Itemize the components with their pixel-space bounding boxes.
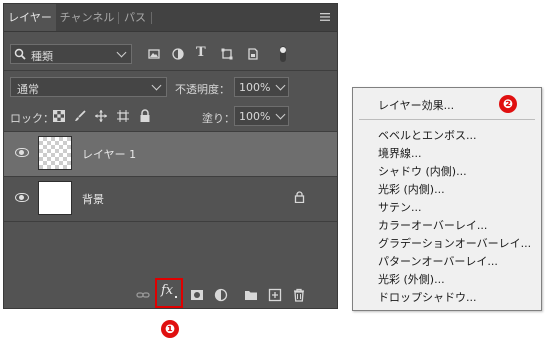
menu-separator [359, 119, 535, 120]
chevron-down-icon [116, 47, 127, 58]
chevron-down-icon [275, 80, 286, 91]
delete-layer-icon[interactable] [292, 288, 306, 302]
menu-item-color-overlay[interactable]: カラーオーバーレイ... [378, 217, 487, 233]
new-group-icon[interactable] [244, 288, 258, 302]
menu-item-inner-glow[interactable]: 光彩 (内側)... [378, 181, 445, 197]
layer-row-layer1[interactable]: レイヤー 1 [4, 132, 337, 176]
step-badge-1-text: ❶ [164, 322, 176, 336]
opacity-value: 100% [239, 81, 271, 94]
lock-artboard-icon[interactable] [117, 110, 129, 124]
menu-item-layer-effects[interactable]: レイヤー効果... [378, 97, 454, 113]
opacity-field[interactable]: 100% [234, 77, 289, 97]
filter-kind-label: 種類 [31, 50, 53, 63]
fill-value: 100% [239, 110, 271, 123]
fx-dropdown-dot [175, 296, 177, 298]
menu-item-inner-shadow[interactable]: シャドウ (内側)... [378, 163, 467, 179]
chevron-down-icon [151, 80, 162, 91]
smartobject-filter-icon[interactable] [247, 48, 259, 62]
blend-mode-value: 通常 [17, 83, 39, 96]
step-badge-2: ❷ [499, 95, 517, 113]
divider [4, 221, 337, 222]
layer-row-background[interactable]: 背景 [4, 177, 337, 221]
opacity-label: 不透明度： [175, 83, 230, 96]
fx-icon[interactable]: fx [161, 283, 173, 298]
shape-filter-icon[interactable] [221, 48, 233, 62]
menu-item-stroke[interactable]: 境界線... [378, 145, 422, 161]
adjustment-layer-icon[interactable] [214, 288, 228, 302]
menu-item-drop-shadow[interactable]: ドロップシャドウ... [378, 289, 477, 305]
adjustment-filter-icon[interactable] [172, 48, 184, 62]
add-mask-icon[interactable] [190, 288, 204, 302]
lock-transparent-pixels-icon[interactable] [53, 110, 65, 124]
type-filter-icon[interactable]: T [196, 46, 206, 59]
menu-item-pattern-overlay[interactable]: パターンオーバーレイ... [378, 253, 498, 269]
layers-panel: レイヤー チャンネル パス 種類 T 通常 不透明度： 100% ロック： 塗り… [3, 3, 338, 309]
tab-channels[interactable]: チャンネル [56, 4, 118, 31]
new-layer-icon[interactable] [268, 288, 282, 302]
tab-paths[interactable]: パス [119, 4, 151, 31]
fill-label: 塗り： [202, 112, 235, 125]
menu-item-bevel-emboss[interactable]: ベベルとエンボス... [378, 127, 477, 143]
eye-icon[interactable] [15, 148, 29, 157]
image-filter-icon[interactable] [148, 48, 160, 62]
layer-thumbnail [38, 181, 72, 215]
tab-divider [151, 12, 152, 24]
tab-layers[interactable]: レイヤー [4, 4, 56, 31]
fill-field[interactable]: 100% [234, 106, 289, 126]
lock-icon [294, 191, 305, 205]
lock-position-icon[interactable] [95, 110, 107, 124]
divider [4, 70, 337, 71]
filter-toggle-icon[interactable] [279, 46, 287, 64]
lock-image-pixels-icon[interactable] [74, 110, 86, 124]
link-layers-icon[interactable] [136, 288, 150, 302]
eye-icon[interactable] [15, 193, 29, 202]
lock-all-icon[interactable] [139, 109, 151, 124]
hamburger-icon[interactable] [320, 12, 330, 22]
chevron-down-icon [275, 109, 286, 120]
menu-item-outer-glow[interactable]: 光彩 (外側)... [378, 271, 445, 287]
blend-mode-select[interactable]: 通常 [10, 77, 167, 97]
menu-item-gradient-overlay[interactable]: グラデーションオーバーレイ... [378, 235, 531, 251]
layer-thumbnail [38, 136, 72, 170]
layer-name[interactable]: レイヤー 1 [82, 146, 136, 162]
layer-effects-menu: レイヤー効果... ❷ ベベルとエンボス... 境界線... シャドウ (内側)… [352, 87, 542, 311]
step-badge-1: ❶ [161, 320, 179, 338]
step-badge-2-text: ❷ [502, 97, 514, 111]
lock-label: ロック： [10, 112, 54, 125]
search-icon [14, 48, 26, 62]
menu-item-satin[interactable]: サテン... [378, 199, 422, 215]
layer-name[interactable]: 背景 [82, 191, 104, 207]
panel-tab-bar: レイヤー チャンネル パス [4, 4, 337, 32]
filter-kind-select[interactable]: 種類 [10, 44, 132, 64]
